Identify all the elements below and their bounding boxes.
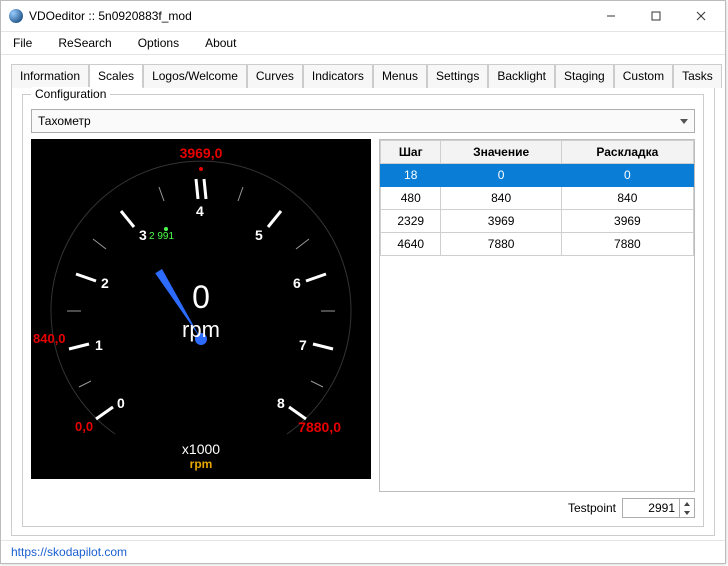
- tab-indicators[interactable]: Indicators: [303, 64, 373, 88]
- minimize-button[interactable]: [588, 2, 633, 30]
- combo-selected-text: Тахометр: [38, 114, 91, 128]
- group-label: Configuration: [31, 87, 110, 101]
- gauge-tick-1: 1: [95, 337, 103, 353]
- window-title: VDOeditor :: 5n0920883f_mod: [29, 9, 588, 23]
- col-step[interactable]: Шаг: [381, 141, 441, 164]
- tab-information[interactable]: Information: [11, 64, 89, 88]
- close-button[interactable]: [678, 2, 723, 30]
- cell-value[interactable]: 3969: [441, 210, 561, 233]
- cell-value[interactable]: 7880: [441, 233, 561, 256]
- gauge-probe-label: 2 991: [149, 231, 174, 242]
- tab-logos-welcome[interactable]: Logos/Welcome: [143, 64, 247, 88]
- footer-controls: Testpoint: [31, 492, 695, 518]
- scale-table: Шаг Значение Раскладка 18004808408402329…: [379, 139, 695, 492]
- status-link[interactable]: https://skodapilot.com: [11, 545, 127, 559]
- spin-up-button[interactable]: [680, 499, 694, 508]
- gauge-tick-2: 2: [101, 275, 109, 291]
- testpoint-spinner[interactable]: [622, 498, 695, 518]
- gauge-bottom-unit: rpm: [31, 457, 371, 471]
- gauge-tick-8: 8: [277, 395, 285, 411]
- gauge-tick-3: 3: [139, 227, 147, 243]
- menu-file[interactable]: File: [7, 34, 38, 52]
- gauge-multiplier: x1000: [31, 441, 371, 457]
- app-icon: [9, 9, 23, 23]
- content-area: InformationScalesLogos/WelcomeCurvesIndi…: [1, 55, 725, 540]
- gauge-unit: rpm: [31, 317, 371, 343]
- tab-staging[interactable]: Staging: [555, 64, 614, 88]
- gauge-tick-7: 7: [299, 337, 307, 353]
- gauge-tick-5: 5: [255, 227, 263, 243]
- cell-value[interactable]: 840: [441, 187, 561, 210]
- tab-pane: Configuration Тахометр: [11, 88, 715, 536]
- titlebar: VDOeditor :: 5n0920883f_mod: [1, 1, 725, 32]
- gauge-marker-right: 7880,0: [298, 419, 341, 435]
- tab-tasks[interactable]: Tasks: [673, 64, 722, 88]
- tab-settings[interactable]: Settings: [427, 64, 488, 88]
- gauge-marker-origin: 0,0: [75, 419, 93, 434]
- table-row[interactable]: 480840840: [381, 187, 694, 210]
- cell-step[interactable]: 2329: [381, 210, 441, 233]
- col-value[interactable]: Значение: [441, 141, 561, 164]
- tab-scales[interactable]: Scales: [89, 64, 143, 88]
- cell-layout[interactable]: 840: [561, 187, 693, 210]
- menu-research[interactable]: ReSearch: [52, 34, 117, 52]
- menu-about[interactable]: About: [199, 34, 242, 52]
- table-row[interactable]: 1800: [381, 164, 694, 187]
- menu-options[interactable]: Options: [132, 34, 185, 52]
- configuration-group: Configuration Тахометр: [22, 94, 704, 527]
- tab-backlight[interactable]: Backlight: [488, 64, 555, 88]
- menubar: File ReSearch Options About: [1, 32, 725, 55]
- maximize-button[interactable]: [633, 2, 678, 30]
- testpoint-label: Testpoint: [568, 501, 616, 515]
- cell-layout[interactable]: 3969: [561, 210, 693, 233]
- tabstrip: InformationScalesLogos/WelcomeCurvesIndi…: [11, 63, 715, 88]
- gauge-tick-6: 6: [293, 275, 301, 291]
- statusbar: https://skodapilot.com: [1, 540, 725, 563]
- chevron-down-icon: [680, 119, 688, 124]
- cell-layout[interactable]: 0: [561, 164, 693, 187]
- col-layout[interactable]: Раскладка: [561, 141, 693, 164]
- cell-layout[interactable]: 7880: [561, 233, 693, 256]
- testpoint-input[interactable]: [623, 499, 679, 517]
- tab-menus[interactable]: Menus: [373, 64, 427, 88]
- tab-custom[interactable]: Custom: [614, 64, 673, 88]
- app-window: VDOeditor :: 5n0920883f_mod File ReSearc…: [0, 0, 726, 564]
- spin-down-button[interactable]: [680, 508, 694, 517]
- gauge-marker-top: 3969,0: [31, 145, 371, 161]
- gauge-preview: 3969,0 2 991 840,0 0,0 7880,0 0 rpm x100…: [31, 139, 371, 479]
- cell-value[interactable]: 0: [441, 164, 561, 187]
- table-row[interactable]: 232939693969: [381, 210, 694, 233]
- cell-step[interactable]: 18: [381, 164, 441, 187]
- gauge-value: 0: [31, 279, 371, 316]
- cell-step[interactable]: 480: [381, 187, 441, 210]
- tab-curves[interactable]: Curves: [247, 64, 303, 88]
- gauge-select-combo[interactable]: Тахометр: [31, 109, 695, 133]
- table-row[interactable]: 464078807880: [381, 233, 694, 256]
- gauge-tick-0: 0: [117, 395, 125, 411]
- cell-step[interactable]: 4640: [381, 233, 441, 256]
- gauge-tick-4: 4: [196, 203, 204, 219]
